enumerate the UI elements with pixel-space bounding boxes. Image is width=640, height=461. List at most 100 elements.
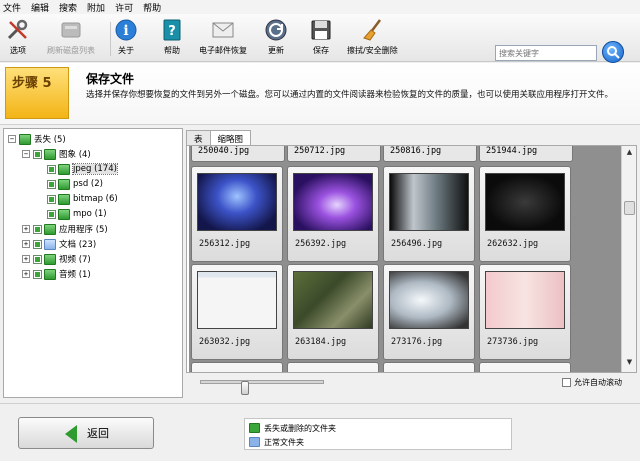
thumbnail-card[interactable]: 250040.jpg [191,146,285,162]
thumbnail-card[interactable]: 263184.jpg [287,264,379,360]
step-label: 步骤 5 [5,67,69,119]
menu-file[interactable]: 文件 [3,1,21,14]
checkbox[interactable] [33,224,42,234]
checkbox[interactable] [33,254,42,264]
expand-toggle[interactable]: + [22,240,30,248]
tab-thumbnails[interactable]: 缩略图 [209,130,252,146]
folder-icon [249,437,260,447]
tree-node-video[interactable]: + 视频 (7) [22,252,91,266]
refresh-disk-list-button[interactable]: 刷新磁盘列表 [47,18,95,60]
checkbox[interactable] [33,149,42,159]
checkbox[interactable] [47,179,56,189]
auto-scroll-checkbox[interactable]: 允许自动滚动 [562,377,622,388]
folder-legend: 丢失或删除的文件夹 正常文件夹 [244,418,512,450]
thumbnail-card[interactable] [287,362,379,372]
checkbox[interactable] [47,164,56,174]
tree-node-lost[interactable]: − 丢失 (5) [8,132,66,146]
back-button[interactable]: 返回 [18,417,154,449]
thumbnail-size-slider[interactable] [200,380,324,395]
footer: 返回 丢失或删除的文件夹 正常文件夹 [0,403,640,461]
thumbnail-card[interactable]: 262632.jpg [479,166,571,262]
lost-folder-icon [44,148,56,160]
thumbnail-card[interactable]: 273176.jpg [383,264,475,360]
checkbox[interactable] [47,194,56,204]
thumbnail-card[interactable] [383,362,475,372]
thumbnail-image [485,271,565,329]
tab-table[interactable]: 表 [186,130,211,145]
scroll-thumb[interactable] [624,201,635,215]
thumbnail-image [197,173,277,231]
step-title: 保存文件 [86,72,135,86]
thumbnail-image [197,271,277,329]
menu-license[interactable]: 许可 [115,1,133,14]
thumbnail-card[interactable] [191,362,283,372]
thumbnail-card[interactable]: 263032.jpg [191,264,283,360]
legend-normal-folder: 正常文件夹 [249,435,304,449]
file-type-tree: − 丢失 (5) − 图象 (4) jpeg (174) psd (2) bit… [3,128,183,398]
checkbox-box[interactable] [562,378,571,387]
tree-node-jpeg[interactable]: jpeg (174) [47,162,118,176]
info-icon: i [114,18,138,42]
tree-node-documents[interactable]: + 文档 (23) [22,237,96,251]
tree-node-mpo[interactable]: mpo (1) [47,207,107,221]
menu-help[interactable]: 帮助 [143,1,161,14]
thumbnail-card[interactable]: 250816.jpg [383,146,477,162]
tree-node-applications[interactable]: + 应用程序 (5) [22,222,108,236]
tree-node-bitmap[interactable]: bitmap (6) [47,192,118,206]
tree-node-images[interactable]: − 图象 (4) [22,147,91,161]
menu-addons[interactable]: 附加 [87,1,105,14]
options-button[interactable]: 选项 [6,18,30,60]
update-button[interactable]: 更新 [264,18,288,60]
thumbnail-card[interactable]: 250712.jpg [287,146,381,162]
thumbnail-card[interactable]: 251944.jpg [479,146,573,162]
menu-search[interactable]: 搜索 [59,1,77,14]
vertical-scrollbar[interactable]: ▲ ▼ [621,146,636,372]
tools-icon [6,18,30,42]
search-button[interactable] [602,41,624,63]
refresh-disk-icon [59,18,83,42]
toolbar-separator [110,22,111,56]
thumbnail-image [485,173,565,231]
about-button[interactable]: i 关于 [114,18,138,60]
tree-node-audio[interactable]: + 音频 (1) [22,267,91,281]
collapse-toggle[interactable]: − [22,150,30,158]
thumbnail-image [389,271,469,329]
scroll-up-icon[interactable]: ▲ [624,148,635,159]
lost-folder-icon [58,193,70,205]
search-input[interactable] [495,45,597,61]
thumbnail-image [389,173,469,231]
checkbox[interactable] [33,269,42,279]
tree-node-psd[interactable]: psd (2) [47,177,103,191]
help-book-icon: ? [160,18,184,42]
email-recovery-button[interactable]: 电子邮件恢复 [199,18,247,60]
scroll-down-icon[interactable]: ▼ [624,358,635,369]
search-icon [607,46,620,59]
expand-toggle[interactable]: + [22,225,30,233]
expand-toggle[interactable]: + [22,270,30,278]
step-description: 选择并保存你想要恢复的文件到另外一个磁盘。您可以通过内置的文件阅读器来检验恢复的… [86,90,614,100]
thumbnail-card[interactable] [479,362,571,372]
zoom-bar: 允许自动滚动 [186,374,637,396]
toolbar: 选项 刷新磁盘列表 i 关于 ? 帮助 电子邮件恢复 更新 保存 擦拭/安全删除… [0,14,640,63]
expand-toggle[interactable]: + [22,255,30,263]
thumbnail-card[interactable]: 256496.jpg [383,166,475,262]
view-tabs: 表 缩略图 [186,130,637,146]
wipe-secure-delete-button[interactable]: 擦拭/安全删除 [347,18,398,60]
thumbnail-card[interactable]: 256392.jpg [287,166,379,262]
save-button[interactable]: 保存 [309,18,333,60]
menu-bar: 文件 编辑 搜索 附加 许可 帮助 [0,0,640,14]
menu-edit[interactable]: 编辑 [31,1,49,14]
thumbnail-card[interactable]: 273736.jpg [479,264,571,360]
broom-icon [360,18,384,42]
step-header: 步骤 5 保存文件 选择并保存你想要恢复的文件到另外一个磁盘。您可以通过内置的文… [0,63,640,125]
collapse-toggle[interactable]: − [8,135,16,143]
checkbox[interactable] [33,239,42,249]
help-button[interactable]: ? 帮助 [160,18,184,60]
back-arrow-icon [65,425,77,443]
thumbnail-image [293,271,373,329]
folder-icon [44,238,56,250]
lost-folder-icon [58,178,70,190]
slider-handle[interactable] [241,381,249,395]
checkbox[interactable] [47,209,56,219]
thumbnail-card[interactable]: 256312.jpg [191,166,283,262]
